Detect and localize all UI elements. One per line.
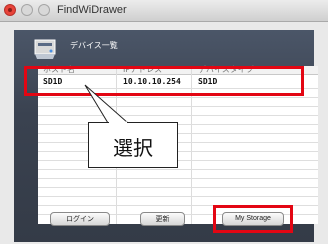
row-divider	[38, 187, 318, 188]
row-divider	[38, 97, 318, 98]
minimize-icon[interactable]	[21, 4, 33, 16]
app-window: FindWiDrawer デバイス一覧 ホスト名 IPアドレス デバイスタイプ …	[0, 0, 328, 244]
row-divider	[38, 178, 318, 179]
row-divider	[38, 133, 318, 134]
refresh-button[interactable]: 更新	[140, 212, 185, 226]
storage-highlight-annotation	[213, 205, 293, 233]
callout-box: 選択	[88, 122, 178, 168]
window-title: FindWiDrawer	[57, 4, 127, 16]
title-bar: FindWiDrawer	[0, 0, 328, 22]
drive-icon	[34, 39, 56, 59]
close-icon[interactable]	[4, 4, 16, 16]
row-divider	[38, 142, 318, 143]
callout-label: 選択	[113, 136, 153, 160]
row-divider	[38, 115, 318, 116]
row-divider	[38, 169, 318, 170]
row-divider	[38, 196, 318, 197]
row-divider	[38, 151, 318, 152]
row-highlight-annotation	[24, 66, 304, 96]
panel-title: デバイス一覧	[70, 41, 118, 50]
row-divider	[38, 160, 318, 161]
login-button[interactable]: ログイン	[50, 212, 110, 226]
row-divider	[38, 106, 318, 107]
row-divider	[38, 124, 318, 125]
zoom-icon[interactable]	[38, 4, 50, 16]
